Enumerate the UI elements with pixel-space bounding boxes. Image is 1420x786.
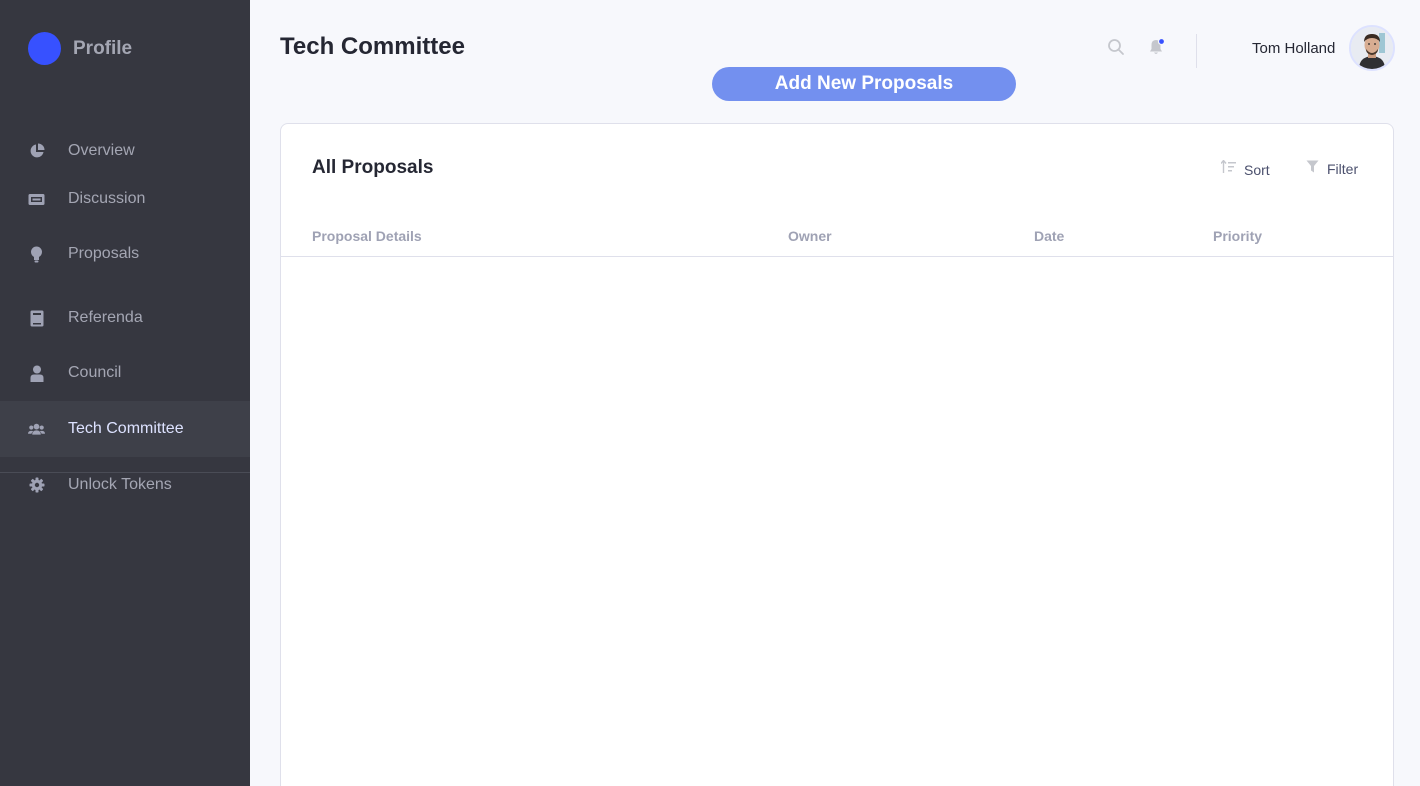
add-new-proposals-button[interactable]: Add New Proposals (712, 67, 1016, 101)
gear-icon (28, 477, 45, 494)
sidebar-item-label: Referenda (68, 309, 143, 326)
column-header-owner[interactable]: Owner (788, 228, 832, 244)
sidebar-item-label: Proposals (68, 245, 140, 262)
sidebar-item-label: Unlock Tokens (68, 476, 172, 493)
ticket-icon (28, 191, 45, 208)
column-header-proposal-details[interactable]: Proposal Details (312, 228, 422, 244)
table-header-divider (281, 256, 1393, 257)
user-name[interactable]: Tom Holland (1252, 40, 1335, 57)
sidebar-item-proposals[interactable]: Proposals (0, 226, 250, 282)
filter-label: Filter (1327, 161, 1359, 177)
sidebar-item-referenda[interactable]: Referenda (0, 290, 250, 346)
search-icon[interactable] (1107, 38, 1125, 56)
group-icon (28, 421, 45, 438)
sidebar-item-label: Overview (68, 142, 135, 159)
sidebar-item-discussion[interactable]: Discussion (0, 171, 250, 227)
sidebar-item-unlock-tokens[interactable]: Unlock Tokens (0, 457, 250, 513)
proposals-card: All Proposals Sort Filter Proposal Detai… (280, 123, 1394, 786)
person-icon (28, 365, 45, 382)
lightbulb-icon (28, 246, 45, 263)
sidebar-item-tech-committee[interactable]: Tech Committee (0, 401, 250, 457)
brand-logo-icon (28, 32, 61, 65)
filter-button[interactable]: Filter (1306, 160, 1358, 178)
bell-icon[interactable] (1148, 37, 1166, 56)
card-title: All Proposals (312, 157, 434, 178)
sidebar-item-label: Discussion (68, 190, 146, 207)
filter-icon (1306, 160, 1319, 178)
column-header-date[interactable]: Date (1034, 228, 1064, 244)
sidebar-item-council[interactable]: Council (0, 345, 250, 401)
sidebar-item-label: Tech Committee (68, 420, 184, 437)
sort-icon (1220, 159, 1236, 179)
column-header-priority[interactable]: Priority (1213, 228, 1262, 244)
book-icon (28, 310, 45, 327)
brand-label: Profile (73, 37, 133, 59)
avatar[interactable] (1349, 25, 1395, 71)
brand[interactable]: Profile (28, 32, 132, 65)
sort-label: Sort (1244, 161, 1270, 178)
sort-button[interactable]: Sort (1220, 159, 1270, 179)
header-divider (1196, 34, 1197, 68)
pie-chart-icon (28, 143, 45, 160)
sidebar: Profile Overview Discussion Proposals Re… (0, 0, 250, 786)
page-title: Tech Committee (280, 33, 465, 60)
avatar-portrait-icon (1351, 27, 1393, 69)
sidebar-item-label: Council (68, 364, 122, 381)
